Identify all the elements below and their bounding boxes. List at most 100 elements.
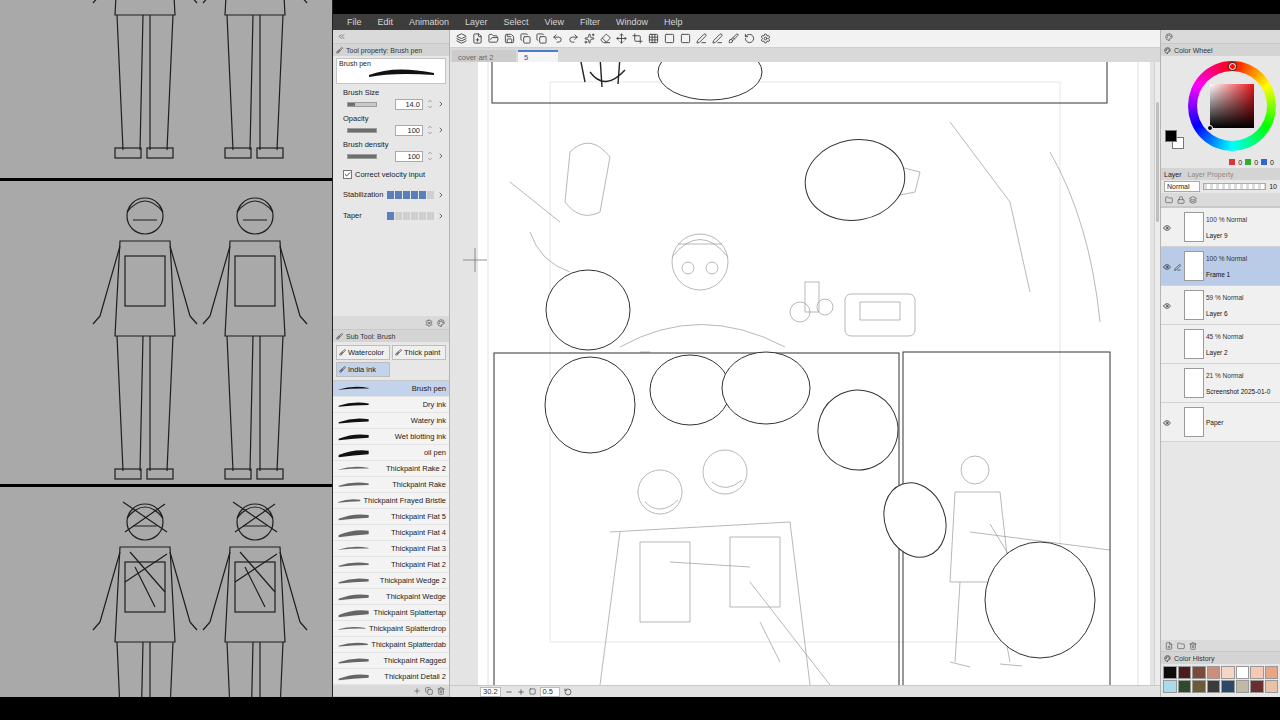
segment[interactable] (395, 212, 402, 220)
expand-icon[interactable] (437, 152, 445, 160)
canvas-view[interactable] (450, 62, 1154, 685)
history-swatch[interactable] (1236, 666, 1250, 679)
undo-icon[interactable] (552, 33, 563, 44)
brush-item[interactable]: Thickpaint Frayed Bristle (333, 493, 449, 509)
segment[interactable] (427, 191, 434, 199)
layer-row[interactable]: 45 % NormalLayer 2 (1161, 325, 1280, 364)
layers-icon[interactable] (456, 33, 467, 44)
folder-icon[interactable] (1165, 196, 1173, 204)
brush-item[interactable]: Thickpaint Ragged (333, 653, 449, 669)
down-icon[interactable] (427, 104, 433, 110)
layer-row[interactable]: 59 % NormalLayer 6 (1161, 286, 1280, 325)
zoom-in-icon[interactable] (517, 688, 525, 696)
grid-icon[interactable] (648, 33, 659, 44)
copy-icon[interactable] (536, 33, 547, 44)
history-swatch[interactable] (1221, 680, 1235, 693)
palette-icon[interactable] (437, 319, 445, 327)
saturation-square[interactable] (1210, 84, 1254, 128)
segment-setting-row[interactable]: Stabilization (333, 184, 449, 205)
down-icon[interactable] (427, 130, 433, 136)
layer-name[interactable]: Layer 6 (1206, 310, 1278, 317)
menu-item[interactable]: Window (616, 17, 648, 27)
segment-bar[interactable] (387, 191, 434, 199)
delete-layer-icon[interactable] (1189, 642, 1197, 650)
lock-icon[interactable] (1177, 196, 1185, 204)
zoom-out-icon[interactable] (505, 688, 513, 696)
eye-icon[interactable] (1163, 224, 1171, 232)
fit-icon[interactable] (529, 688, 536, 695)
frame-icon[interactable] (664, 33, 675, 44)
up-icon[interactable] (427, 98, 433, 104)
history-swatch[interactable] (1236, 680, 1250, 693)
brush-item[interactable]: Brush pen (333, 381, 449, 397)
layer-row[interactable]: 21 % NormalScreenshot 2025-01-0 (1161, 364, 1280, 403)
menu-item[interactable]: Help (664, 17, 683, 27)
layer-name[interactable]: Frame 1 (1206, 271, 1278, 278)
canvas-artwork[interactable] (450, 62, 1154, 685)
brush-item[interactable]: Thickpaint Flat 5 (333, 509, 449, 525)
layer-tab[interactable]: Layer (1164, 171, 1182, 178)
history-swatch[interactable] (1163, 680, 1177, 693)
settings-icon[interactable] (425, 319, 433, 327)
rotate-icon[interactable] (744, 33, 755, 44)
brush-item[interactable]: Dry ink (333, 397, 449, 413)
layer-row[interactable]: 100 % NormalFrame 1 (1161, 247, 1280, 286)
eye-icon[interactable] (1163, 302, 1171, 310)
sub-tool-group[interactable]: India ink (336, 362, 390, 377)
segment[interactable] (387, 212, 394, 220)
history-swatch[interactable] (1250, 666, 1264, 679)
document-tab[interactable]: 5 (518, 50, 558, 62)
eye-icon[interactable] (1163, 263, 1171, 271)
layer-name[interactable]: Screenshot 2025-01-0 (1206, 388, 1278, 395)
segment[interactable] (419, 191, 426, 199)
duplicate-icon[interactable] (520, 33, 531, 44)
spinner[interactable] (427, 98, 433, 110)
pen-icon[interactable] (696, 33, 707, 44)
up-icon[interactable] (427, 124, 433, 130)
new-file-icon[interactable] (472, 33, 483, 44)
value-field[interactable]: 100 (395, 125, 423, 136)
slider-track[interactable] (347, 102, 377, 107)
down-icon[interactable] (427, 156, 433, 162)
segment-bar[interactable] (387, 212, 434, 220)
brush-item[interactable]: Wet blotting ink (333, 429, 449, 445)
hue-ring[interactable] (1188, 61, 1276, 151)
brush-item[interactable]: Thickpaint Flat 2 (333, 557, 449, 573)
move-icon[interactable] (616, 33, 627, 44)
history-swatch[interactable] (1207, 680, 1221, 693)
brush-item[interactable]: oil pen (333, 445, 449, 461)
history-swatch[interactable] (1192, 680, 1206, 693)
layer-property-tab[interactable]: Layer Property (1188, 171, 1234, 178)
scroll-thumb[interactable] (1156, 102, 1159, 222)
settings-icon[interactable] (760, 33, 771, 44)
save-icon[interactable] (504, 33, 515, 44)
effect-icon[interactable] (584, 33, 595, 44)
brush-icon[interactable] (728, 33, 739, 44)
segment[interactable] (403, 212, 410, 220)
channel-value[interactable]: 0 (1254, 159, 1258, 166)
eye-icon[interactable] (1163, 419, 1171, 427)
new-folder-icon[interactable] (1177, 642, 1185, 650)
up-icon[interactable] (427, 150, 433, 156)
segment[interactable] (427, 212, 434, 220)
channel-value[interactable]: 0 (1238, 159, 1242, 166)
selection-icon[interactable] (680, 33, 691, 44)
history-swatch[interactable] (1221, 666, 1235, 679)
sub-tool-group[interactable]: Thick paint (392, 345, 446, 360)
brush-item[interactable]: Thickpaint Rake 2 (333, 461, 449, 477)
menu-item[interactable]: Layer (465, 17, 488, 27)
segment-setting-row[interactable]: Taper (333, 205, 449, 226)
color-marker[interactable] (1207, 125, 1213, 131)
history-swatch[interactable] (1192, 666, 1206, 679)
open-icon[interactable] (488, 33, 499, 44)
sub-tool-group[interactable]: Watercolor (336, 345, 390, 360)
expand-icon[interactable] (437, 191, 445, 199)
menu-item[interactable]: Edit (378, 17, 394, 27)
history-swatch[interactable] (1265, 666, 1279, 679)
rotate-icon[interactable] (564, 688, 572, 696)
segment[interactable] (387, 191, 394, 199)
slider-track[interactable] (347, 154, 377, 159)
new-layer-icon[interactable] (1165, 642, 1173, 650)
copy-icon[interactable] (425, 687, 433, 695)
segment[interactable] (411, 191, 418, 199)
